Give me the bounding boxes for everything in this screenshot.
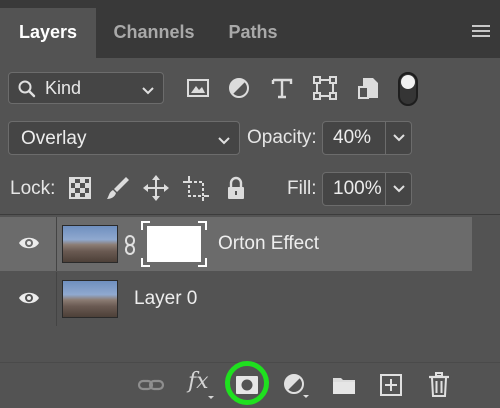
row-separator — [56, 272, 57, 326]
lock-image-pixels-icon[interactable] — [104, 174, 132, 202]
mask-fill — [147, 226, 201, 262]
fill-label: Fill: — [287, 178, 317, 199]
fill-input[interactable]: 100% — [322, 172, 386, 206]
delete-layer-icon[interactable] — [425, 371, 453, 399]
layers-scroll-track[interactable] — [472, 215, 500, 361]
layer-row-orton-effect[interactable]: Orton Effect — [0, 217, 472, 271]
chevron-down-icon — [141, 83, 155, 101]
layers-bottom-toolbar: fx — [0, 362, 500, 408]
layer-mask-thumbnail[interactable] — [140, 220, 208, 268]
blend-mode-value: Overlay — [21, 128, 87, 149]
opacity-dropdown-button[interactable] — [386, 121, 412, 155]
search-icon — [17, 79, 37, 104]
tab-layers[interactable]: Layers — [0, 8, 96, 58]
opacity-input[interactable]: 40% — [322, 121, 386, 155]
opacity-label: Opacity: — [247, 127, 317, 148]
new-group-icon[interactable] — [330, 371, 358, 399]
new-layer-icon[interactable] — [377, 371, 405, 399]
lock-position-icon[interactable] — [142, 174, 170, 202]
mask-link-chain-icon[interactable] — [123, 234, 137, 261]
layer-name: Layer 0 — [134, 288, 198, 309]
lock-label: Lock: — [10, 178, 56, 199]
toggle-knob — [401, 75, 415, 89]
add-layer-mask-icon[interactable] — [233, 371, 261, 399]
filter-toggle-switch[interactable] — [398, 72, 418, 106]
lock-artboard-icon[interactable] — [182, 174, 210, 202]
lock-transparent-pixels-icon[interactable] — [66, 174, 94, 202]
layers-panel: Layers Channels Paths Kind Overlay Opaci… — [0, 0, 500, 408]
adjustment-filter-icon[interactable] — [225, 74, 253, 102]
chevron-down-icon — [393, 134, 405, 142]
blend-mode-select[interactable]: Overlay — [8, 121, 240, 155]
smart-object-filter-icon[interactable] — [354, 74, 382, 102]
chevron-down-icon — [393, 185, 405, 193]
shape-filter-icon[interactable] — [311, 74, 339, 102]
row-separator — [56, 217, 57, 271]
chevron-down-icon — [217, 133, 231, 151]
eye-visibility-icon[interactable] — [18, 290, 40, 311]
panel-divider — [0, 214, 500, 215]
eye-visibility-icon[interactable] — [18, 235, 40, 256]
layer-thumbnail[interactable] — [62, 225, 118, 263]
layer-row-layer-0[interactable]: Layer 0 — [0, 272, 472, 326]
type-filter-icon[interactable] — [268, 74, 296, 102]
link-layers-icon[interactable] — [137, 371, 165, 399]
filter-type-select[interactable]: Kind — [8, 72, 164, 104]
tab-channels[interactable]: Channels — [96, 8, 212, 58]
filter-type-value: Kind — [45, 78, 82, 98]
new-adjustment-layer-icon[interactable] — [281, 371, 309, 399]
fill-dropdown-button[interactable] — [386, 172, 412, 206]
layer-thumbnail[interactable] — [62, 280, 118, 318]
layer-name: Orton Effect — [218, 233, 320, 254]
hamburger-menu-icon[interactable] — [472, 25, 490, 37]
layer-style-fx-icon[interactable]: fx — [186, 369, 214, 399]
lock-all-icon[interactable] — [222, 174, 250, 202]
tab-paths[interactable]: Paths — [212, 8, 294, 58]
image-filter-icon[interactable] — [184, 74, 212, 102]
panel-tab-bar: Layers Channels Paths — [0, 0, 500, 58]
